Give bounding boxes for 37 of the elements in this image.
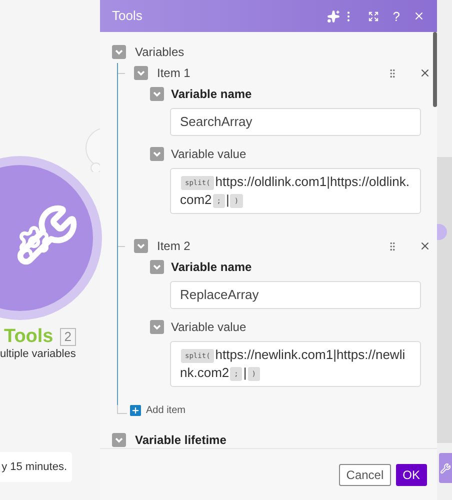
variable-name-field[interactable]: SearchArray	[170, 108, 421, 136]
field-label: Variable name	[171, 86, 252, 103]
collapse-toggle[interactable]	[112, 45, 126, 59]
ok-button[interactable]: OK	[396, 464, 427, 486]
section-label: Variables	[135, 44, 184, 61]
field-label: Variable value	[171, 146, 246, 163]
add-item-button[interactable]: Add item	[130, 403, 186, 418]
field-label: Variable name	[171, 259, 252, 276]
collapse-toggle[interactable]	[134, 66, 148, 80]
sparkles-icon[interactable]	[326, 10, 340, 22]
item-label: Item 2	[157, 238, 192, 255]
cancel-button[interactable]: Cancel	[339, 464, 391, 486]
collapse-toggle[interactable]	[150, 260, 164, 274]
module-count-badge: 2	[60, 328, 76, 346]
field-label: Variable value	[171, 319, 246, 336]
expand-icon[interactable]	[368, 10, 379, 22]
collapse-toggle[interactable]	[150, 87, 164, 101]
drag-handle-icon[interactable]	[387, 240, 398, 252]
collapse-toggle[interactable]	[150, 320, 164, 334]
module-title: Tools	[4, 325, 54, 349]
remove-icon[interactable]	[419, 67, 431, 79]
item-label: Item 1	[157, 65, 192, 82]
remove-icon[interactable]	[419, 240, 431, 252]
dialog-title: Tools	[112, 7, 144, 26]
toast-message: y 15 minutes.	[0, 452, 72, 482]
variable-name-field[interactable]: ReplaceArray	[170, 281, 421, 309]
help-button[interactable]: ?	[392, 10, 400, 22]
module-subtitle: ultiple variables	[0, 347, 76, 362]
section-label: Variable lifetime	[135, 432, 226, 448]
collapse-toggle[interactable]	[112, 433, 126, 447]
collapse-toggle[interactable]	[134, 239, 148, 253]
collapse-toggle[interactable]	[150, 147, 164, 161]
close-icon[interactable]	[413, 10, 425, 22]
drag-handle-icon[interactable]	[387, 68, 398, 78]
scrollbar[interactable]	[433, 32, 437, 107]
add-icon	[130, 405, 141, 416]
tools-node-icon[interactable]	[439, 453, 452, 483]
